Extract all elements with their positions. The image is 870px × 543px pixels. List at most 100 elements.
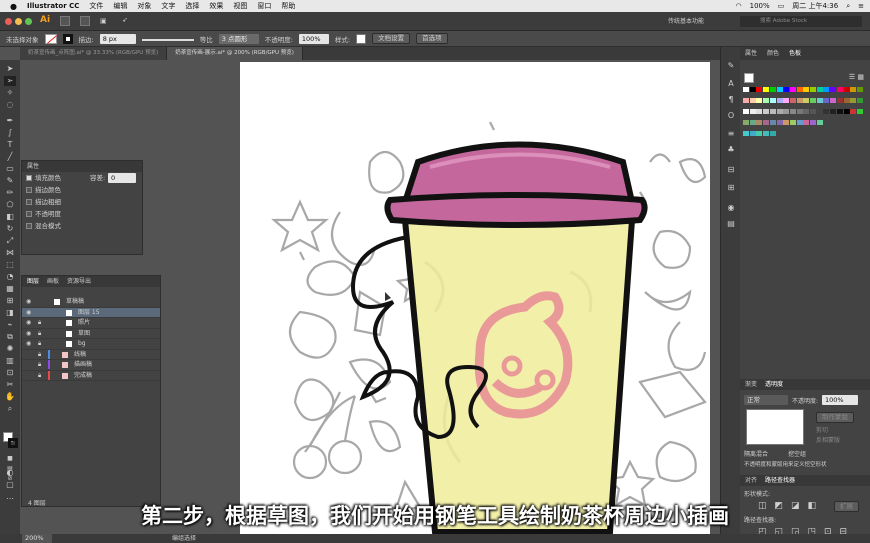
stroke-color-row[interactable]: 描边颜色 <box>22 184 142 196</box>
layer-name[interactable]: bg <box>78 339 86 350</box>
color-swatch[interactable] <box>756 109 763 114</box>
menu-type[interactable]: 文字 <box>161 1 175 11</box>
layer-row[interactable]: ◉ 🔒︎ bg <box>22 339 160 350</box>
color-swatch[interactable] <box>776 120 783 125</box>
opacity-row[interactable]: 不透明度 <box>22 208 142 220</box>
visibility-eye-icon[interactable]: ◉ <box>26 297 31 308</box>
color-swatch[interactable] <box>743 131 749 136</box>
mesh-tool-icon[interactable]: ⊞ <box>4 296 16 306</box>
slice-tool-icon[interactable]: ✂ <box>4 380 16 390</box>
layer-name[interactable]: 照片 <box>78 318 90 329</box>
knockout-group-checkbox[interactable]: 挖空组 <box>788 449 806 458</box>
color-swatch[interactable] <box>776 98 783 103</box>
color-swatch[interactable] <box>803 120 810 125</box>
tab-document-2[interactable]: 奶茶宣传画-展示.ai* @ 200% (RGB/GPU 预览) <box>167 47 303 60</box>
color-swatch[interactable] <box>810 87 816 92</box>
color-swatch[interactable] <box>769 98 776 103</box>
gradient-tool-icon[interactable]: ◨ <box>4 308 16 318</box>
color-swatch[interactable] <box>743 120 749 125</box>
color-swatch[interactable] <box>843 98 850 103</box>
direct-selection-tool-icon[interactable]: ➢ <box>4 76 16 86</box>
color-swatch[interactable] <box>810 109 816 114</box>
app-menu[interactable]: Illustrator CC <box>27 2 79 10</box>
color-swatch[interactable] <box>843 109 850 114</box>
color-swatch[interactable] <box>769 109 776 114</box>
zoom-level[interactable]: 200% <box>22 534 52 543</box>
color-swatch[interactable] <box>783 109 790 114</box>
stroke-color-icon[interactable] <box>8 438 18 448</box>
mask-thumbnail[interactable] <box>746 409 804 445</box>
type-tool-icon[interactable]: T <box>4 140 16 150</box>
lock-icon[interactable]: 🔒︎ <box>38 329 41 340</box>
tab-artboards[interactable]: 画板 <box>47 276 59 287</box>
column-graph-icon[interactable]: ▥ <box>4 356 16 366</box>
artboard-canvas[interactable] <box>240 62 710 534</box>
layer-row[interactable]: ◉ 🔒︎ 草图 <box>22 329 160 340</box>
opentype-panel-icon[interactable]: O <box>725 111 737 121</box>
color-swatch[interactable] <box>749 87 756 92</box>
color-swatch[interactable] <box>756 87 763 92</box>
color-swatch[interactable] <box>769 120 776 125</box>
selection-tool-icon[interactable]: ➤ <box>4 64 16 74</box>
tab-color[interactable]: 颜色 <box>767 47 779 60</box>
make-mask-button[interactable]: 制作蒙版 <box>816 412 854 423</box>
minimize-window-button[interactable] <box>15 18 22 25</box>
blend-mode-select[interactable]: 正常 <box>744 395 788 405</box>
color-swatch[interactable] <box>789 98 796 103</box>
color-swatch[interactable] <box>749 109 756 114</box>
stroke-color-checkbox[interactable] <box>26 187 32 193</box>
pen-tool-icon[interactable]: ✒ <box>4 116 16 126</box>
preferences-button[interactable]: 首选项 <box>416 33 448 44</box>
color-swatch[interactable] <box>763 87 770 92</box>
width-tool-icon[interactable]: ⋈ <box>4 248 16 258</box>
color-swatch[interactable] <box>856 98 863 103</box>
lock-icon[interactable]: 🔒︎ <box>38 339 41 350</box>
lock-icon[interactable]: 🔒︎ <box>38 360 41 371</box>
color-swatch[interactable] <box>756 120 763 125</box>
graphic-styles-icon[interactable]: ▤ <box>725 219 737 229</box>
color-swatch[interactable] <box>823 98 830 103</box>
layer-name[interactable]: 描画稿 <box>74 360 92 371</box>
arrange-documents-icon[interactable] <box>80 16 90 26</box>
zoom-tool-icon[interactable]: ⌕ <box>4 404 16 414</box>
color-swatch[interactable] <box>783 120 790 125</box>
lock-icon[interactable]: 🔒︎ <box>38 371 41 382</box>
close-window-button[interactable] <box>5 18 12 25</box>
color-swatch[interactable] <box>856 87 863 92</box>
list-view-icon[interactable]: ☰ ▦ <box>849 73 864 81</box>
stroke-swatch[interactable] <box>62 33 73 44</box>
color-swatch[interactable] <box>776 109 783 114</box>
search-icon[interactable]: ⌕ <box>846 2 850 11</box>
scale-tool-icon[interactable]: ⤢ <box>4 236 16 246</box>
color-mode-icon[interactable]: ■ ▤ ⊘ <box>4 454 16 482</box>
align-panel-icon[interactable]: ⊟ <box>725 165 737 175</box>
layer-name[interactable]: 图层 15 <box>78 308 100 319</box>
rectangle-tool-icon[interactable]: ▭ <box>4 164 16 174</box>
color-swatch[interactable] <box>763 98 770 103</box>
menu-effect[interactable]: 效果 <box>209 1 223 11</box>
color-swatch[interactable] <box>756 98 763 103</box>
color-swatch[interactable] <box>830 87 837 92</box>
clip-checkbox[interactable]: 剪切 <box>816 425 828 434</box>
color-swatch[interactable] <box>850 109 857 114</box>
visibility-eye-icon[interactable]: ◉ <box>26 329 31 340</box>
document-setup-button[interactable]: 文档设置 <box>372 33 411 44</box>
color-swatch[interactable] <box>796 98 803 103</box>
opacity-field[interactable]: 100% <box>298 33 329 44</box>
layer-row[interactable]: 🔒︎ 描画稿 <box>22 360 160 371</box>
paintbrush-icon[interactable]: ✎ <box>4 176 16 186</box>
blend-mode-checkbox[interactable] <box>26 223 32 229</box>
tab-layers[interactable]: 图层 <box>27 276 39 287</box>
color-swatch[interactable] <box>836 98 843 103</box>
color-swatch[interactable] <box>749 131 756 136</box>
stroke-style[interactable]: 等比 <box>200 34 213 44</box>
pencil-icon[interactable]: ✏ <box>4 188 16 198</box>
tab-transparency[interactable]: 透明度 <box>765 379 783 390</box>
bridge-icon[interactable] <box>60 16 70 26</box>
color-swatch[interactable] <box>823 87 830 92</box>
stroke-width-checkbox[interactable] <box>26 199 32 205</box>
appearance-panel-icon[interactable]: ◉ <box>725 203 737 213</box>
color-swatch[interactable] <box>836 87 843 92</box>
eraser-icon[interactable]: ◧ <box>4 212 16 222</box>
send-icon[interactable]: ➶ <box>122 16 128 24</box>
